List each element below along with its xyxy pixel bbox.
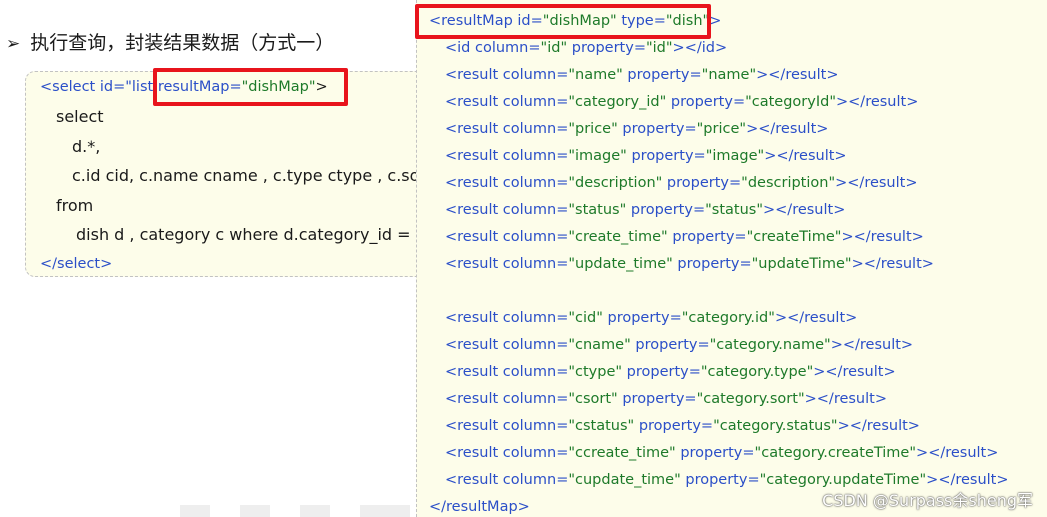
result-mapping-row: <result column="status" property="status… [445, 202, 846, 218]
section-heading: ➢ 执行查询，封装结果数据（方式一） [6, 28, 334, 55]
heading-text: 执行查询，封装结果数据（方式一） [30, 32, 335, 54]
resultmap-close-tag: </resultMap> [429, 499, 530, 515]
result-mapping-row: <result column="ccreate_time" property="… [445, 445, 999, 461]
select-open-pre: <select id="list [40, 79, 154, 95]
result-mapping-row: <result column="description" property="d… [445, 175, 918, 191]
result-mapping-row: <result column="create_time" property="c… [445, 229, 924, 245]
sql-d-columns: d.*, [72, 137, 101, 156]
result-mapping-row: <result column="update_time" property="u… [445, 256, 934, 272]
result-mapping-row: <result column="cid" property="category.… [445, 310, 858, 326]
result-mapping-row: <result column="price" property="price">… [445, 121, 829, 137]
bullet-arrow-icon: ➢ [6, 34, 21, 54]
select-close-tag: </select> [40, 256, 113, 272]
resultmap-code-panel: <resultMap id="dishMap" type="dish"> <id… [416, 0, 1047, 517]
result-mapping-row: <result column="cstatus" property="categ… [445, 418, 920, 434]
result-mapping-row: <result column="cname" property="categor… [445, 337, 914, 353]
result-mapping-row: <result column="category_id" property="c… [445, 94, 919, 110]
result-mapping-row: <result column="csort" property="categor… [445, 391, 887, 407]
sql-from-keyword: from [56, 196, 94, 215]
result-mapping-row: <result column="name" property="name"></… [445, 67, 839, 83]
sql-c-columns: c.id cid, c.name cname , c.type ctype , … [72, 166, 433, 185]
id-mapping-row: <id column="id" property="id"></id> [445, 40, 728, 56]
result-mapping-row: <result column="cupdate_time" property="… [445, 472, 1009, 488]
csdn-watermark: CSDN @Surpass余sheng军 [822, 491, 1033, 510]
resultmap-open-highlight [415, 4, 711, 39]
sql-select-keyword: select [56, 107, 104, 126]
result-mapping-row: <result column="ctype" property="categor… [445, 364, 896, 380]
result-mapping-row: <result column="image" property="image">… [445, 148, 847, 164]
select-resultmap-highlight [153, 68, 348, 106]
sql-tables: dish d , category c where d.category_id … [76, 225, 430, 244]
